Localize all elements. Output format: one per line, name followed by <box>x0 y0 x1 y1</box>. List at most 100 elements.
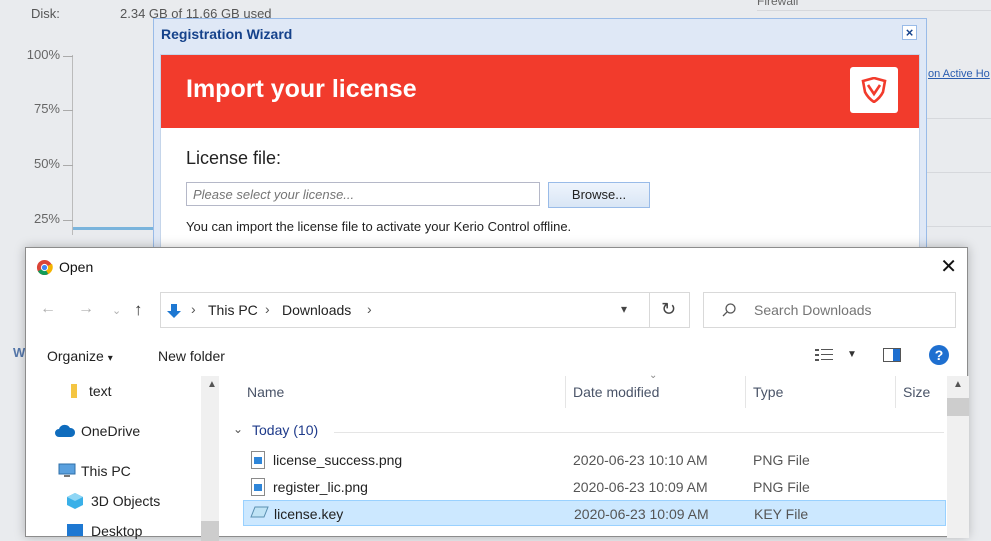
y-tick-mark <box>63 165 73 166</box>
address-dropdown-icon[interactable]: ▾ <box>621 302 627 316</box>
organize-label: Organize <box>47 348 104 364</box>
column-separator[interactable] <box>745 376 746 408</box>
y-tick-label: 75% <box>33 101 60 116</box>
file-row[interactable]: license_success.png 2020-06-23 10:10 AM … <box>243 447 946 473</box>
address-bar[interactable]: › This PC › Downloads › ▾ ↻ <box>160 292 690 328</box>
file-list-scrollbar-thumb[interactable] <box>947 398 969 416</box>
dialog-title: Open <box>59 259 94 275</box>
license-file-input[interactable] <box>186 182 540 206</box>
file-name: license.key <box>274 506 344 522</box>
group-divider <box>334 432 944 433</box>
file-date: 2020-06-23 10:09 AM <box>573 479 708 495</box>
license-hint-text: You can import the license file to activ… <box>186 219 572 234</box>
nav-item-label: 3D Objects <box>91 493 161 509</box>
recent-locations-chevron-icon[interactable]: ⌄ <box>112 304 121 317</box>
scroll-up-icon[interactable]: ▲ <box>953 379 963 390</box>
column-header-type[interactable]: Type <box>753 384 783 400</box>
image-file-icon <box>251 478 265 496</box>
wizard-close-button[interactable]: × <box>902 25 917 40</box>
forward-arrow-icon[interactable]: → <box>78 300 94 318</box>
new-folder-button[interactable]: New folder <box>158 348 225 364</box>
nav-item-label: OneDrive <box>81 423 141 439</box>
breadcrumb-downloads[interactable]: Downloads <box>282 302 351 318</box>
file-row[interactable]: register_lic.png 2020-06-23 10:09 AM PNG… <box>243 474 946 500</box>
view-dropdown-icon[interactable]: ▼ <box>847 349 857 360</box>
kerio-logo <box>850 67 898 113</box>
nav-item-label: text <box>89 383 112 399</box>
nav-scrollbar[interactable] <box>201 376 219 538</box>
dialog-close-button[interactable]: ✕ <box>940 254 957 279</box>
chrome-icon <box>36 259 53 276</box>
dropdown-caret-icon: ▾ <box>107 353 113 364</box>
column-separator[interactable] <box>895 376 896 408</box>
cube-icon <box>67 493 83 509</box>
section-heading: W <box>13 345 26 360</box>
search-icon <box>722 303 736 317</box>
refresh-icon[interactable]: ↻ <box>661 299 676 320</box>
file-date: 2020-06-23 10:10 AM <box>573 452 708 468</box>
group-header-today[interactable]: Today (10) <box>252 422 318 438</box>
license-file-label: License file: <box>186 148 282 168</box>
breadcrumb-this-pc[interactable]: This PC <box>208 302 258 318</box>
chart-y-axis <box>72 55 73 235</box>
file-type: PNG File <box>753 479 810 495</box>
image-file-icon <box>251 451 265 469</box>
view-options-icon[interactable] <box>815 348 835 362</box>
y-tick-label: 50% <box>33 156 60 171</box>
file-type: PNG File <box>753 452 810 468</box>
breadcrumb-separator-icon: › <box>367 301 372 317</box>
file-row-selected[interactable]: license.key 2020-06-23 10:09 AM KEY File <box>243 500 946 526</box>
disk-label: Disk: <box>31 6 60 21</box>
group-collapse-chevron-icon[interactable]: ⌄ <box>233 422 243 436</box>
organize-menu[interactable]: Organize ▾ <box>47 348 113 364</box>
breadcrumb-separator-icon: › <box>191 301 196 317</box>
column-separator[interactable] <box>565 376 566 408</box>
computer-icon <box>58 463 76 477</box>
preview-pane-icon[interactable] <box>883 348 901 362</box>
navigation-pane: text OneDrive This PC 3D Objects Desktop… <box>26 376 219 541</box>
file-name: license_success.png <box>273 452 403 468</box>
breadcrumb-separator-icon: › <box>265 301 270 317</box>
cloud-icon <box>55 424 76 437</box>
column-header-size[interactable]: Size <box>903 384 930 400</box>
search-box[interactable] <box>703 292 956 328</box>
column-header-date-modified[interactable]: Date modified <box>573 384 659 400</box>
registration-wizard-window: Registration Wizard × Import your licens… <box>153 18 927 264</box>
active-hosts-link[interactable]: on Active Ho <box>928 68 990 80</box>
file-name: register_lic.png <box>273 479 368 495</box>
y-tick-label: 25% <box>33 211 60 226</box>
wizard-title: Registration Wizard <box>161 26 293 42</box>
divider <box>927 172 991 173</box>
y-tick-label: 100% <box>26 47 60 62</box>
file-date: 2020-06-23 10:09 AM <box>574 506 709 522</box>
desktop-icon <box>67 524 83 536</box>
up-arrow-icon[interactable]: ↑ <box>134 300 143 320</box>
divider <box>757 10 991 11</box>
divider <box>649 293 650 327</box>
folder-icon <box>71 384 77 398</box>
divider <box>927 226 991 227</box>
y-tick-mark <box>63 220 73 221</box>
file-list-pane: Name ⌄ Date modified Type Size ⌄ Today (… <box>219 370 969 538</box>
divider <box>927 118 991 119</box>
nav-item-label: Desktop <box>91 523 143 539</box>
downloads-icon <box>167 304 181 318</box>
browse-button[interactable]: Browse... <box>548 182 650 208</box>
sort-indicator-icon: ⌄ <box>649 370 658 381</box>
file-type: KEY File <box>754 506 809 522</box>
chart-series-line <box>73 227 158 230</box>
open-file-dialog: Open ✕ ← → ⌄ ↑ › This PC › Downloads › ▾… <box>25 247 969 541</box>
shield-icon <box>861 77 887 103</box>
y-tick-mark <box>63 110 73 111</box>
column-header-name[interactable]: Name <box>247 384 284 400</box>
wizard-heading: Import your license <box>186 75 417 103</box>
key-file-icon <box>250 506 269 518</box>
wizard-banner: Import your license <box>161 55 919 128</box>
search-input[interactable] <box>752 301 946 319</box>
y-tick-mark <box>63 56 73 57</box>
help-icon[interactable]: ? <box>929 345 949 365</box>
nav-scrollbar-thumb[interactable] <box>201 521 219 541</box>
firewall-label: Firewall <box>757 0 799 8</box>
back-arrow-icon[interactable]: ← <box>40 300 56 318</box>
scroll-up-icon[interactable]: ▲ <box>207 379 217 390</box>
